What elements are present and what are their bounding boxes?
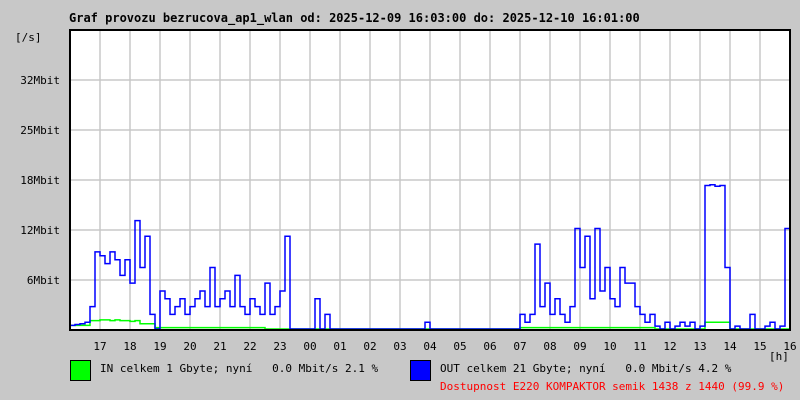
x-tick-label: 04 xyxy=(423,340,437,353)
x-tick-label: 01 xyxy=(333,340,346,353)
traffic-chart: 6Mbit 12Mbit 18Mbit 25Mbit 32Mbit 17 18 19 20 21… xyxy=(20,29,797,363)
x-tick-label: 12 xyxy=(663,340,676,353)
legend-out-swatch xyxy=(410,360,431,381)
x-tick-label: 06 xyxy=(483,340,496,353)
x-tick-label: 22 xyxy=(243,340,256,353)
x-tick-labels: 17 18 19 20 21 22 23 00 01 02 03 04 05 06 07 08 09 10 11 12… xyxy=(93,340,796,353)
x-tick-label: 13 xyxy=(693,340,706,353)
legend-in-text: IN celkem 1 Gbyte; nyní 0.0 Mbit/s 2.1 % xyxy=(100,362,379,375)
y-tick-label: 12Mbit xyxy=(20,224,60,237)
x-tick-label: 00 xyxy=(303,340,316,353)
x-tick-label: 08 xyxy=(543,340,556,353)
legend-in-swatch xyxy=(70,360,91,381)
x-tick-label: 03 xyxy=(393,340,406,353)
x-unit-label: [h] xyxy=(769,350,789,363)
y-tick-labels: 6Mbit 12Mbit 18Mbit 25Mbit 32Mbit xyxy=(20,74,60,287)
x-tick-label: 10 xyxy=(603,340,616,353)
x-tick-label: 14 xyxy=(723,340,737,353)
x-tick-label: 18 xyxy=(123,340,136,353)
x-tick-label: 09 xyxy=(573,340,586,353)
x-tick-label: 15 xyxy=(753,340,766,353)
x-tick-label: 21 xyxy=(213,340,226,353)
y-tick-label: 32Mbit xyxy=(20,74,60,87)
y-tick-label: 18Mbit xyxy=(20,174,60,187)
x-tick-label: 19 xyxy=(153,340,166,353)
y-tick-label: 25Mbit xyxy=(20,124,60,137)
x-tick-label: 20 xyxy=(183,340,196,353)
x-tick-label: 02 xyxy=(363,340,376,353)
legend-out-text: OUT celkem 21 Gbyte; nyní 0.0 Mbit/s 4.2… xyxy=(440,362,732,375)
x-tick-label: 23 xyxy=(273,340,286,353)
availability-text: Dostupnost E220 KOMPAKTOR semik 1438 z 1… xyxy=(440,380,785,393)
x-tick-label: 17 xyxy=(93,340,106,353)
x-tick-label: 05 xyxy=(453,340,466,353)
x-tick-label: 11 xyxy=(633,340,646,353)
y-tick-label: 6Mbit xyxy=(27,274,60,287)
x-tick-label: 07 xyxy=(513,340,526,353)
